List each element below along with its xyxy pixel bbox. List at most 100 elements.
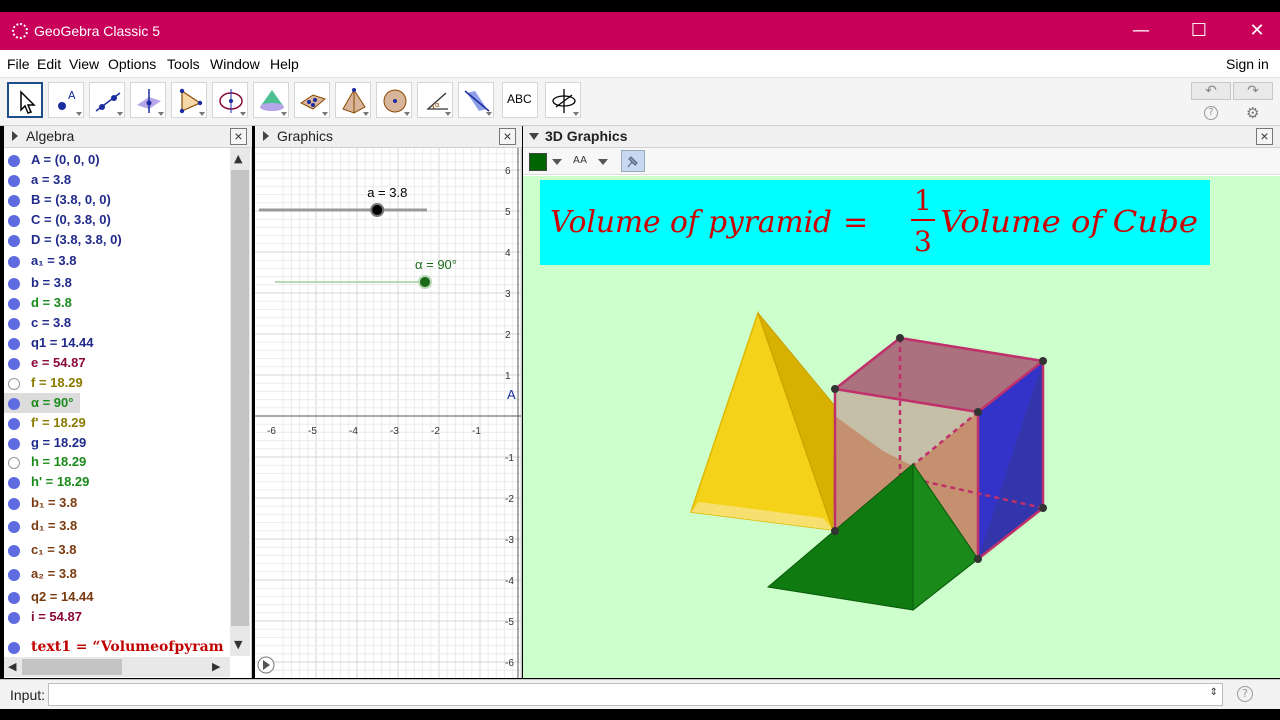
close-algebra-button[interactable]: × (230, 128, 247, 145)
text-tool-button[interactable]: ABC (502, 82, 538, 118)
visibility-toggle-icon[interactable] (8, 175, 20, 187)
graphics-3d-canvas[interactable]: Volume of pyramid = 1 3Volume of Cube (523, 176, 1280, 678)
redo-button[interactable]: ↷ (1233, 82, 1273, 100)
algebra-item[interactable]: B = (3.8, 0, 0) (4, 190, 228, 210)
input-history-arrow-icon[interactable]: ⇕ (1210, 687, 1218, 698)
sign-in-link[interactable]: Sign in (1226, 56, 1269, 72)
visibility-toggle-icon[interactable] (8, 215, 20, 227)
visibility-toggle-icon[interactable] (8, 477, 20, 489)
visibility-toggle-icon[interactable] (8, 498, 20, 510)
pin-button[interactable] (621, 150, 645, 172)
circle-tool-button[interactable] (212, 82, 248, 118)
scrollbar-thumb[interactable] (231, 170, 249, 626)
visibility-toggle-icon[interactable] (8, 358, 20, 370)
input-help-icon[interactable]: ? (1237, 686, 1253, 702)
visibility-toggle-icon[interactable] (8, 378, 20, 390)
point-tool-button[interactable]: A (48, 82, 84, 118)
help-icon[interactable]: ? (1204, 106, 1218, 120)
visibility-toggle-icon[interactable] (8, 195, 20, 207)
visibility-toggle-icon[interactable] (8, 592, 20, 604)
visibility-toggle-icon[interactable] (8, 545, 20, 557)
visibility-toggle-icon[interactable] (8, 318, 20, 330)
scroll-left-arrow-icon[interactable]: ◀ (8, 660, 16, 673)
move-tool-button[interactable] (7, 82, 43, 118)
expand-arrow-icon[interactable] (529, 133, 539, 140)
menu-edit[interactable]: Edit (37, 56, 61, 72)
settings-gear-icon[interactable]: ⚙ (1246, 104, 1259, 122)
menu-file[interactable]: File (7, 56, 30, 72)
visibility-toggle-icon[interactable] (8, 256, 20, 268)
algebra-item[interactable]: h' = 18.29 (4, 472, 228, 492)
line-tool-button[interactable] (89, 82, 125, 118)
close-graphics-button[interactable]: × (499, 128, 516, 145)
menu-window[interactable]: Window (210, 56, 260, 72)
visibility-toggle-icon[interactable] (8, 612, 20, 624)
visibility-toggle-icon[interactable] (8, 338, 20, 350)
maximize-button[interactable]: ☐ (1176, 12, 1222, 50)
algebra-item[interactable]: a₂ = 3.8 (4, 564, 228, 584)
visibility-toggle-icon[interactable] (8, 418, 20, 430)
algebra-item[interactable]: e = 54.87 (4, 353, 228, 373)
visibility-toggle-icon[interactable] (8, 155, 20, 167)
algebra-item[interactable]: d = 3.8 (4, 293, 228, 313)
plane-tool-button[interactable] (294, 82, 330, 118)
perpendicular-tool-button[interactable] (130, 82, 166, 118)
graphics-canvas[interactable]: -6 -5 -4 -3 -2 -1 6 5 4 3 2 1 -1 -2 -3 -4 -5 -6 Aa = 3.8 α … (255, 148, 521, 678)
algebra-item[interactable]: q1 = 14.44 (4, 333, 228, 353)
visibility-toggle-icon[interactable] (8, 398, 20, 410)
algebra-item[interactable]: C = (0, 3.8, 0) (4, 210, 228, 230)
algebra-vertical-scrollbar[interactable]: ▲ ▼ (230, 148, 250, 656)
algebra-item[interactable]: f' = 18.29 (4, 413, 228, 433)
close-window-button[interactable]: ✕ (1234, 12, 1280, 50)
algebra-item[interactable]: q2 = 14.44 (4, 587, 228, 607)
algebra-item[interactable]: b = 3.8 (4, 273, 228, 293)
color-swatch-button[interactable] (529, 153, 547, 171)
visibility-toggle-icon[interactable] (8, 298, 20, 310)
visibility-toggle-icon[interactable] (8, 642, 20, 654)
algebra-item[interactable]: A = (0, 0, 0) (4, 150, 228, 170)
algebra-item[interactable]: i = 54.87 (4, 607, 228, 627)
algebra-item[interactable]: α = 90° (4, 393, 80, 413)
algebra-item[interactable]: d₁ = 3.8 (4, 516, 228, 536)
scroll-up-arrow-icon[interactable]: ▲ (234, 152, 242, 165)
horizontal-scrollbar-thumb[interactable] (22, 659, 122, 675)
pyramid-tool-button[interactable] (335, 82, 371, 118)
visibility-toggle-icon[interactable] (8, 521, 20, 533)
algebra-item[interactable]: D = (3.8, 3.8, 0) (4, 230, 228, 250)
algebra-item[interactable]: text1 = “Volumeofpyram (4, 637, 228, 657)
reflect-tool-button[interactable] (458, 82, 494, 118)
visibility-toggle-icon[interactable] (8, 278, 20, 290)
minimize-button[interactable]: — (1118, 12, 1164, 50)
rotate-view-tool-button[interactable] (545, 82, 581, 118)
menu-options[interactable]: Options (108, 56, 156, 72)
algebra-item[interactable]: a = 3.8 (4, 170, 228, 190)
algebra-horizontal-scrollbar[interactable]: ◀ ▶ (4, 657, 230, 677)
algebra-item[interactable]: g = 18.29 (4, 433, 228, 453)
scroll-down-arrow-icon[interactable]: ▼ (234, 638, 242, 651)
angle-tool-button[interactable]: α (417, 82, 453, 118)
algebra-item[interactable]: a₁ = 3.8 (4, 251, 228, 271)
visibility-toggle-icon[interactable] (8, 457, 20, 469)
visibility-toggle-icon[interactable] (8, 438, 20, 450)
font-dropdown-icon[interactable] (598, 159, 608, 165)
polygon-tool-button[interactable] (171, 82, 207, 118)
input-field[interactable]: ⇕ (48, 683, 1223, 706)
close-3d-button[interactable]: × (1256, 128, 1273, 145)
scroll-right-arrow-icon[interactable]: ▶ (212, 660, 220, 673)
collapse-arrow-icon[interactable] (12, 131, 18, 141)
collapse-arrow-icon[interactable] (263, 131, 269, 141)
algebra-item[interactable]: c = 3.8 (4, 313, 228, 333)
algebra-item[interactable]: b₁ = 3.8 (4, 493, 228, 513)
menu-tools[interactable]: Tools (167, 56, 200, 72)
sphere-tool-button[interactable] (376, 82, 412, 118)
undo-button[interactable]: ↶ (1191, 82, 1231, 100)
algebra-item[interactable]: c₁ = 3.8 (4, 540, 228, 560)
algebra-item[interactable]: h = 18.29 (4, 452, 228, 472)
visibility-toggle-icon[interactable] (8, 235, 20, 247)
font-size-button[interactable]: AA (573, 155, 587, 166)
color-dropdown-icon[interactable] (552, 159, 562, 165)
menu-view[interactable]: View (69, 56, 99, 72)
menu-help[interactable]: Help (270, 56, 299, 72)
algebra-item[interactable]: f = 18.29 (4, 373, 228, 393)
visibility-toggle-icon[interactable] (8, 569, 20, 581)
